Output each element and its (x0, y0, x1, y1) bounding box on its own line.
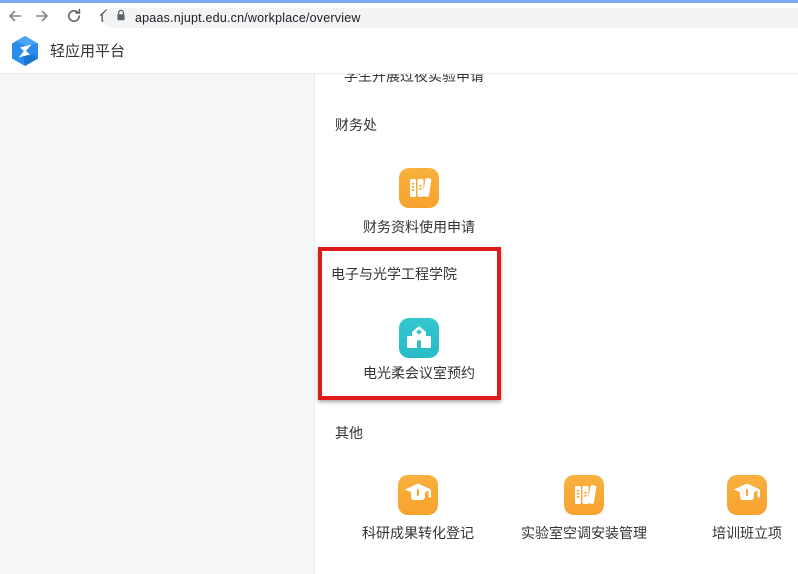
app-icon-lab-aircon[interactable] (564, 475, 604, 515)
back-arrow-icon (7, 8, 23, 24)
workplace-content: 学生开展过夜实验申请 财务处 财务资料使用申请 电子与光学工程学院 (315, 74, 798, 574)
app-icon-meeting-room[interactable] (399, 318, 439, 358)
graduation-cap-icon (727, 502, 767, 519)
address-bar[interactable]: apaas.njupt.edu.cn/workplace/overview (103, 8, 798, 28)
platform-logo-icon (9, 35, 41, 67)
building-icon (399, 345, 439, 362)
left-panel (0, 74, 315, 574)
forward-arrow-icon (34, 8, 50, 24)
reload-icon (66, 8, 82, 24)
app-label-lab-aircon[interactable]: 实验室空调安装管理 (504, 523, 664, 543)
browser-chrome: apaas.njupt.edu.cn/workplace/overview (0, 0, 798, 28)
app-label-research-transfer[interactable]: 科研成果转化登记 (338, 523, 498, 543)
app-label-meeting-room[interactable]: 电光柔会议室预约 (339, 363, 499, 383)
reload-button[interactable] (62, 5, 86, 27)
books-icon (564, 502, 604, 519)
section-title-others: 其他 (335, 423, 363, 443)
section-title-electronics-optics: 电子与光学工程学院 (331, 264, 457, 284)
clipped-app-label: 学生开展过夜实验申请 (344, 74, 484, 86)
forward-button[interactable] (30, 5, 54, 27)
lock-icon (115, 9, 127, 27)
url-text: apaas.njupt.edu.cn/workplace/overview (135, 11, 361, 25)
app-title: 轻应用平台 (50, 40, 125, 61)
app-icon-training-class[interactable] (727, 475, 767, 515)
app-label-finance-materials[interactable]: 财务资料使用申请 (339, 217, 499, 237)
app-icon-finance-materials[interactable] (399, 168, 439, 208)
page-body: 学生开展过夜实验申请 财务处 财务资料使用申请 电子与光学工程学院 (0, 74, 798, 574)
app-label-training-class[interactable]: 培训班立项 (667, 523, 798, 543)
back-button[interactable] (3, 5, 27, 27)
books-icon (399, 195, 439, 212)
app-icon-research-transfer[interactable] (398, 475, 438, 515)
section-title-finance: 财务处 (335, 115, 377, 135)
app-header: 轻应用平台 (0, 28, 798, 74)
browser-toolbar: apaas.njupt.edu.cn/workplace/overview (0, 3, 798, 28)
graduation-cap-icon (398, 502, 438, 519)
